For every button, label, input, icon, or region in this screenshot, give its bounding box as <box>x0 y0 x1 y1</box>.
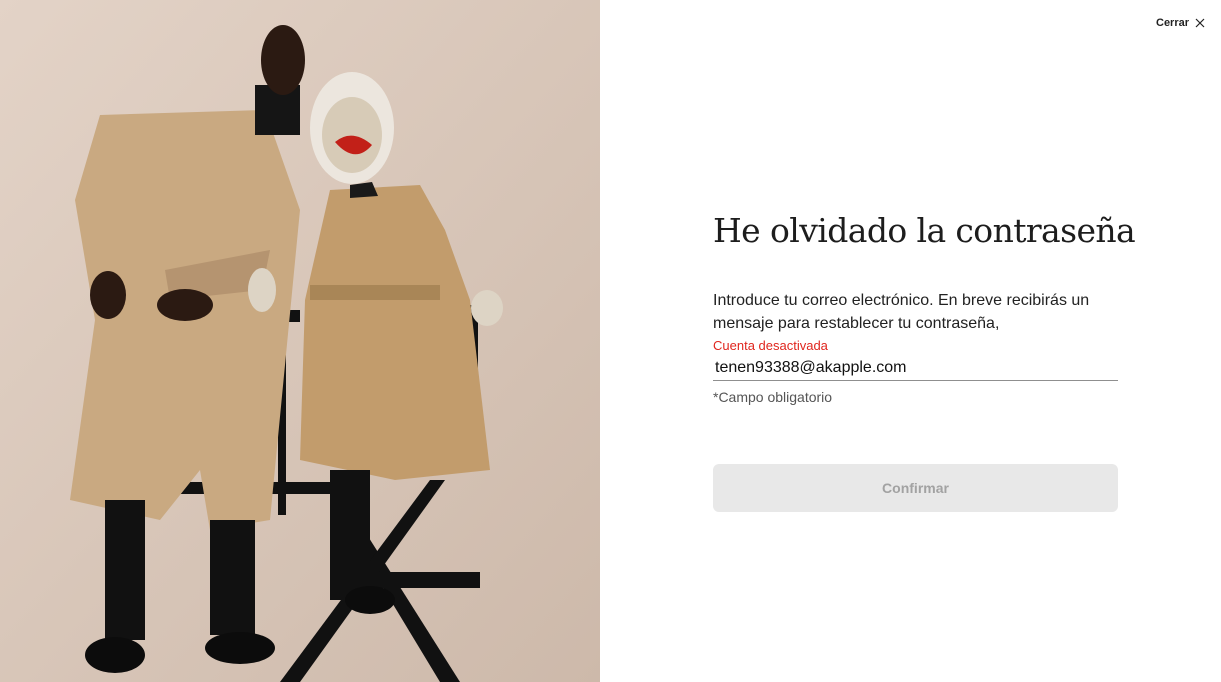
page-title: He olvidado la contraseña <box>713 211 1136 250</box>
hero-illustration <box>0 0 600 682</box>
close-button[interactable]: Cerrar <box>1156 17 1205 29</box>
required-field-hint: *Campo obligatorio <box>713 389 833 405</box>
form-description: Introduce tu correo electrónico. En brev… <box>713 292 1090 332</box>
hero-photo <box>0 0 600 682</box>
confirm-button[interactable]: Confirmar <box>713 464 1118 512</box>
close-label: Cerrar <box>1156 17 1190 29</box>
email-field[interactable] <box>713 356 1118 381</box>
close-icon <box>1195 18 1205 28</box>
forgot-password-form: He olvidado la contraseña Introduce tu c… <box>713 210 1136 512</box>
error-message: Cuenta desactivada <box>713 338 828 353</box>
